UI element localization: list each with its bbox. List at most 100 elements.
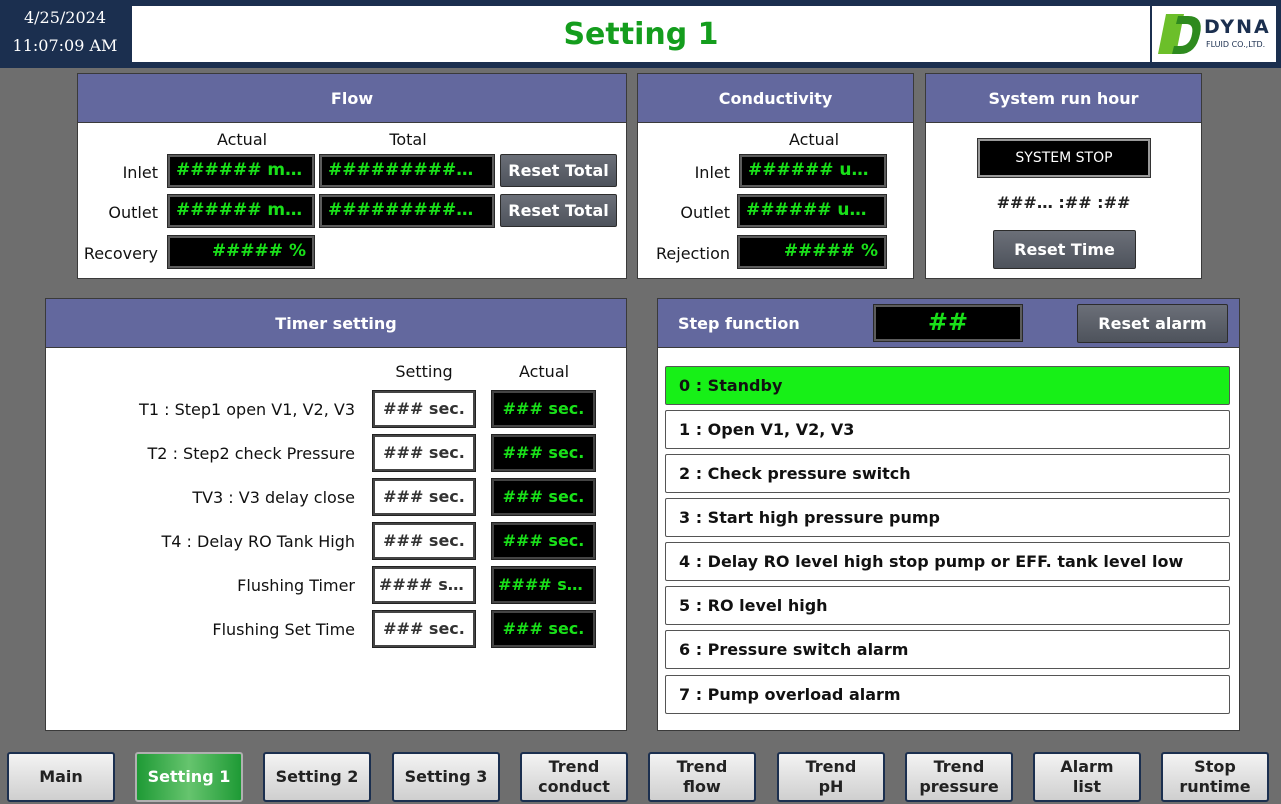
nav-label-line1: Setting 3 — [404, 767, 488, 786]
nav-button-label: Trend pressure — [919, 757, 998, 797]
logo-subtext: FLUID CO.,LTD. — [1206, 40, 1266, 49]
timer-setting-panel: Timer setting Setting Actual T1 : Step1 … — [45, 298, 627, 731]
nav-label-line1: Setting 2 — [275, 767, 359, 786]
conductivity-outlet-value: ###### uS/cm — [737, 194, 887, 228]
flow-inlet-actual: ###### m3/h — [167, 154, 315, 188]
timer-setting-input[interactable]: ### sec. — [372, 478, 476, 516]
timer-setting-input[interactable]: ### sec. — [372, 522, 476, 560]
timer-setting-input[interactable]: ### sec. — [372, 434, 476, 472]
nav-button-label: Setting 3 — [405, 767, 488, 787]
nav-button-4[interactable]: Trend conduct — [520, 752, 628, 802]
conductivity-outlet-label: Outlet — [680, 203, 730, 222]
nav-label-line1: Stop — [1194, 757, 1236, 776]
timer-actual-display: ### sec. — [491, 610, 596, 648]
nav-label-line1: Trend — [548, 757, 600, 776]
flow-recovery-value: ##### % — [167, 235, 315, 269]
timer-actual-display: #### sec. — [491, 566, 596, 604]
timer-setting-input[interactable]: ### sec. — [372, 390, 476, 428]
nav-label-line1: Trend — [676, 757, 728, 776]
run-hour-panel-title: System run hour — [926, 74, 1201, 123]
dyna-logo-icon — [1158, 14, 1201, 54]
conductivity-rejection-label: Rejection — [656, 244, 730, 263]
nav-label-line2: flow — [683, 777, 721, 796]
flow-panel-title: Flow — [78, 74, 626, 123]
reset-total-inlet-button[interactable]: Reset Total — [500, 154, 617, 187]
nav-button-label: Setting 2 — [276, 767, 359, 787]
nav-button-5[interactable]: Trend flow — [648, 752, 756, 802]
step-function-panel: Step function ## Reset alarm 0 : Standby… — [657, 298, 1240, 731]
flow-outlet-label: Outlet — [108, 203, 158, 222]
nav-label-line2: list — [1072, 777, 1102, 796]
nav-label-line2: pH — [818, 777, 844, 796]
conductivity-inlet-label: Inlet — [694, 163, 730, 182]
page-title: Setting 1 — [563, 17, 719, 52]
date-text: 4/25/2024 — [23, 8, 107, 27]
nav-button-2[interactable]: Setting 2 — [263, 752, 371, 802]
timer-row-label: T1 : Step1 open V1, V2, V3 — [139, 400, 355, 419]
datetime-display: 4/25/2024 11:07:09 AM — [2, 4, 128, 64]
reset-total-outlet-button[interactable]: Reset Total — [500, 194, 617, 227]
timer-setting-title: Timer setting — [46, 299, 626, 348]
run-hour-panel: System run hour SYSTEM STOP ###… :## :##… — [925, 73, 1202, 279]
timer-row-label: Flushing Set Time — [212, 620, 355, 639]
nav-label-line1: Setting 1 — [147, 767, 231, 786]
nav-label-line2: pressure — [919, 777, 999, 796]
run-hour-time: ###… :## :## — [996, 193, 1131, 212]
conductivity-panel: Conductivity Actual Inlet ###### uS/cm O… — [637, 73, 914, 279]
conductivity-panel-title: Conductivity — [638, 74, 913, 123]
flow-outlet-actual: ###### m3/h — [167, 194, 315, 228]
nav-button-label: Stop runtime — [1179, 757, 1250, 797]
flow-col-total: Total — [389, 130, 427, 149]
nav-label-line2: runtime — [1179, 777, 1251, 796]
flow-inlet-label: Inlet — [122, 163, 158, 182]
flow-recovery-label: Recovery — [83, 244, 158, 263]
conductivity-inlet-value: ###### uS/cm — [739, 154, 887, 188]
step-item-4: 4 : Delay RO level high stop pump or EFF… — [665, 542, 1230, 581]
timer-actual-display: ### sec. — [491, 434, 596, 472]
timer-col-actual: Actual — [518, 362, 570, 381]
timer-col-setting: Setting — [395, 362, 453, 381]
timer-actual-display: ### sec. — [491, 478, 596, 516]
nav-button-label: Setting 1 — [148, 767, 231, 787]
reset-alarm-button[interactable]: Reset alarm — [1077, 304, 1228, 343]
top-bar: 4/25/2024 11:07:09 AM Setting 1 DYNA FLU… — [0, 0, 1281, 68]
step-item-5: 5 : RO level high — [665, 586, 1230, 625]
nav-label-line2: conduct — [538, 777, 610, 796]
timer-actual-display: ### sec. — [491, 522, 596, 560]
nav-label-line1: Trend — [933, 757, 985, 776]
flow-inlet-total: ########## m3 — [319, 154, 495, 188]
nav-button-6[interactable]: Trend pH — [777, 752, 885, 802]
step-item-3: 3 : Start high pressure pump — [665, 498, 1230, 537]
nav-button-label: Alarm list — [1060, 757, 1113, 797]
conductivity-rejection-value: ##### % — [737, 235, 887, 269]
flow-outlet-total: ########## m3 — [319, 194, 495, 228]
step-item-7: 7 : Pump overload alarm — [665, 675, 1230, 714]
step-item-2: 2 : Check pressure switch — [665, 454, 1230, 493]
timer-row-label: TV3 : V3 delay close — [192, 488, 355, 507]
conductivity-col-actual: Actual — [788, 130, 840, 149]
nav-button-9[interactable]: Stop runtime — [1161, 752, 1269, 802]
nav-label-line1: Trend — [805, 757, 857, 776]
timer-row-label: Flushing Timer — [237, 576, 355, 595]
reset-time-button[interactable]: Reset Time — [993, 230, 1136, 269]
step-item-1: 1 : Open V1, V2, V3 — [665, 410, 1230, 449]
nav-button-1[interactable]: Setting 1 — [135, 752, 243, 802]
page-title-box: Setting 1 — [132, 6, 1150, 62]
nav-button-7[interactable]: Trend pressure — [905, 752, 1013, 802]
timer-setting-input[interactable]: ### sec. — [372, 610, 476, 648]
logo-text: DYNA — [1204, 16, 1271, 38]
timer-row-label: T4 : Delay RO Tank High — [161, 532, 355, 551]
timer-setting-input[interactable]: #### sec. — [372, 566, 476, 604]
nav-button-0[interactable]: Main — [7, 752, 115, 802]
nav-button-3[interactable]: Setting 3 — [392, 752, 500, 802]
nav-button-8[interactable]: Alarm list — [1033, 752, 1141, 802]
nav-button-label: Main — [39, 767, 83, 787]
step-number-display: ## — [873, 304, 1023, 342]
nav-label-line1: Main — [39, 767, 83, 786]
step-function-title: Step function — [678, 314, 800, 333]
flow-panel: Flow Actual Total Inlet ###### m3/h ####… — [77, 73, 627, 279]
nav-button-label: Trend conduct — [538, 757, 610, 797]
step-item-0: 0 : Standby — [665, 366, 1230, 405]
flow-col-actual: Actual — [216, 130, 268, 149]
nav-label-line1: Alarm — [1060, 757, 1114, 776]
